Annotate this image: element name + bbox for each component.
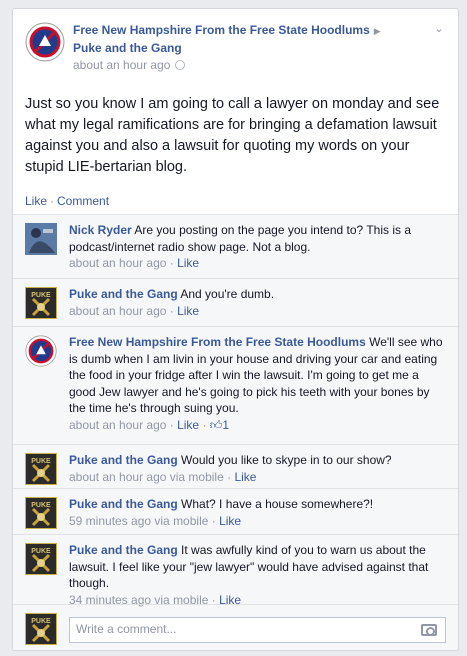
like-button[interactable]: Like — [25, 194, 47, 208]
comment-button[interactable]: Comment — [57, 194, 109, 208]
comment-time[interactable]: about an hour ago — [69, 418, 166, 432]
comment-author[interactable]: Puke and the Gang — [69, 543, 178, 557]
comment-like-button[interactable]: Like — [177, 256, 199, 270]
svg-text:PUKE: PUKE — [31, 502, 51, 509]
comment-composer: PUKE Write a comment... — [13, 604, 458, 650]
chevron-down-icon[interactable]: ⌄ — [432, 22, 446, 36]
comment-item: PUKE Puke and the Gang What? I have a ho… — [13, 488, 458, 534]
comment-text: Would you like to skype in to our show? — [181, 453, 392, 467]
post-text: Just so you know I am going to call a la… — [25, 96, 440, 175]
comment-like-button[interactable]: Like — [177, 418, 199, 432]
arrow-right-icon: ▶ — [373, 26, 381, 36]
comment-time[interactable]: about an hour ago via mobile — [69, 470, 224, 484]
comment-input-placeholder: Write a comment... — [76, 622, 177, 636]
commenter-avatar[interactable]: PUKE — [25, 543, 57, 575]
comment-like-button[interactable]: Like — [219, 514, 241, 528]
commenter-avatar[interactable]: PUKE — [25, 287, 57, 319]
commenter-avatar[interactable] — [25, 223, 57, 255]
comment-like-button[interactable]: Like — [234, 470, 256, 484]
post-author-link[interactable]: Free New Hampshire From the Free State H… — [73, 23, 370, 37]
comment-text: And you're dumb. — [180, 287, 275, 301]
composer-avatar: PUKE — [25, 613, 57, 645]
post-card: Free New Hampshire From the Free State H… — [12, 8, 459, 651]
comment-author[interactable]: Free New Hampshire From the Free State H… — [69, 335, 366, 349]
comment-author[interactable]: Puke and the Gang — [69, 497, 178, 511]
author-avatar[interactable] — [25, 22, 65, 62]
comment-author[interactable]: Puke and the Gang — [69, 453, 178, 467]
commenter-avatar[interactable]: PUKE — [25, 497, 57, 529]
comment-like-button[interactable]: Like — [177, 304, 199, 318]
post-timestamp[interactable]: about an hour ago — [73, 58, 170, 72]
globe-icon — [175, 60, 186, 70]
post-header: Free New Hampshire From the Free State H… — [25, 22, 446, 72]
comment-text: What? I have a house somewhere?! — [181, 497, 374, 511]
svg-text:PUKE: PUKE — [31, 292, 51, 299]
commenter-avatar[interactable] — [25, 335, 57, 367]
camera-icon[interactable] — [421, 624, 437, 636]
commenter-avatar[interactable]: PUKE — [25, 453, 57, 485]
post-target-link[interactable]: Puke and the Gang — [73, 41, 182, 55]
svg-text:PUKE: PUKE — [31, 618, 51, 625]
svg-text:PUKE: PUKE — [31, 548, 51, 555]
thumbs-up-icon[interactable]: 👍︎ — [210, 417, 223, 434]
comments-section: Nick Ryder Are you posting on the page y… — [13, 214, 458, 650]
comment-time[interactable]: 59 minutes ago via mobile — [69, 514, 208, 528]
comment-author[interactable]: Nick Ryder — [69, 223, 132, 237]
comment-author[interactable]: Puke and the Gang — [69, 287, 178, 301]
comment-time[interactable]: about an hour ago — [69, 256, 166, 270]
comment-item: PUKE Puke and the Gang It was awfully ki… — [13, 534, 458, 607]
comment-input[interactable]: Write a comment... — [69, 617, 446, 643]
comment-item: Nick Ryder Are you posting on the page y… — [13, 214, 458, 278]
comment-item: Free New Hampshire From the Free State H… — [13, 326, 458, 444]
comment-item: PUKE Puke and the Gang Would you like to… — [13, 444, 458, 488]
svg-text:PUKE: PUKE — [31, 458, 51, 465]
like-count[interactable]: 1 — [222, 418, 229, 432]
comment-time[interactable]: about an hour ago — [69, 304, 166, 318]
comment-item: PUKE Puke and the Gang And you're dumb. … — [13, 278, 458, 326]
